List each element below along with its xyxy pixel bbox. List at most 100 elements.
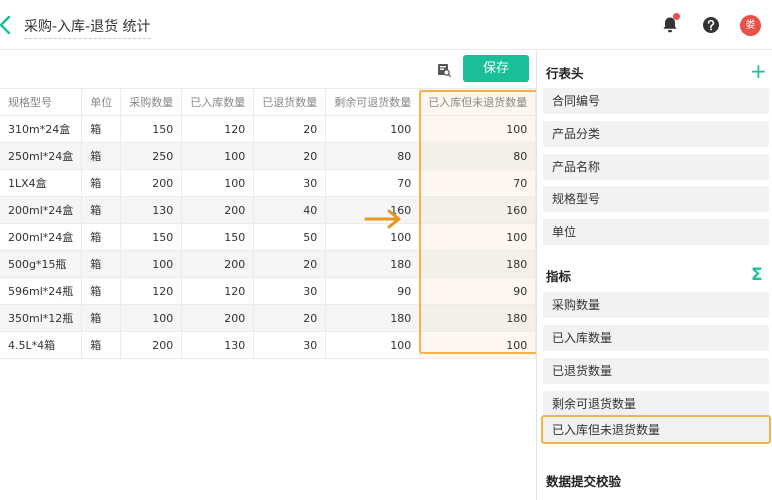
table-cell: 箱: [81, 250, 122, 278]
table-cell: 箱: [81, 277, 122, 305]
metric-item[interactable]: 剩余可退货数量: [543, 391, 769, 417]
row-header-item[interactable]: 产品名称: [543, 154, 769, 180]
table-cell: 180: [325, 304, 421, 332]
table-cell: 200: [181, 196, 255, 224]
table-row[interactable]: 200ml*24盒箱 150 150 50 100 100: [0, 223, 537, 251]
metric-item[interactable]: 已退货数量: [543, 358, 769, 384]
row-header-item[interactable]: 产品分类: [543, 121, 769, 147]
save-button[interactable]: 保存: [463, 55, 529, 82]
validation-section-title: 数据提交校验: [546, 474, 622, 489]
table-cell: 120: [181, 115, 255, 143]
preview-icon[interactable]: [437, 62, 451, 77]
table-cell: 180: [419, 250, 537, 278]
row-header-item[interactable]: 规格型号: [543, 186, 769, 212]
table-row[interactable]: 4.5L*4箱箱 200 130 30 100 100: [0, 331, 537, 359]
table-cell: 160: [419, 196, 537, 224]
table-cell: 箱: [81, 223, 122, 251]
back-chevron-icon[interactable]: [0, 14, 12, 36]
column-header[interactable]: 已入库数量: [181, 88, 255, 116]
page-title[interactable]: 采购-入库-退货 统计: [24, 16, 151, 39]
column-header[interactable]: 单位: [81, 88, 122, 116]
bell-icon[interactable]: [660, 13, 680, 35]
table-cell: 500g*15瓶: [0, 250, 83, 278]
table-toolbar: 保存: [0, 51, 536, 88]
sigma-icon[interactable]: Σ: [751, 265, 763, 285]
table-cell: 180: [325, 250, 421, 278]
table-cell: 200ml*24盒: [0, 223, 83, 251]
config-panel: 行表头 + 合同编号 产品分类 产品名称 规格型号 单位 指标 Σ 采购数量 已…: [537, 51, 772, 500]
table-cell: 20: [253, 250, 327, 278]
data-table-container: 规格型号 单位 采购数量 已入库数量 已退货数量 剩余可退货数量 已入库但未退货…: [0, 88, 537, 359]
table-row[interactable]: 250ml*24盒箱 250 100 20 80 80: [0, 142, 537, 170]
table-cell: 120: [181, 277, 255, 305]
column-header[interactable]: 剩余可退货数量: [325, 88, 421, 116]
table-row[interactable]: 500g*15瓶箱 100 200 20 180 180: [0, 250, 537, 278]
table-row[interactable]: 200ml*24盒箱 130 200 40 160 160: [0, 196, 537, 224]
table-cell: 120: [120, 277, 183, 305]
add-icon[interactable]: +: [750, 61, 767, 81]
arrow-right-icon: [363, 208, 407, 230]
table-cell: 箱: [81, 196, 122, 224]
table-cell: 80: [419, 142, 537, 170]
table-cell: 350ml*12瓶: [0, 304, 83, 332]
column-header[interactable]: 规格型号: [0, 88, 83, 116]
table-cell: 200: [120, 169, 183, 197]
row-header-item[interactable]: 合同编号: [543, 88, 769, 114]
data-table: 规格型号 单位 采购数量 已入库数量 已退货数量 剩余可退货数量 已入库但未退货…: [0, 88, 537, 359]
table-cell: 箱: [81, 169, 122, 197]
metric-item[interactable]: 已入库数量: [543, 325, 769, 351]
column-header-highlighted[interactable]: 已入库但未退货数量: [419, 88, 537, 116]
table-cell: 箱: [81, 331, 122, 359]
table-cell: 150: [181, 223, 255, 251]
column-header[interactable]: 已退货数量: [253, 88, 327, 116]
table-cell: 180: [419, 304, 537, 332]
table-cell: 100: [419, 115, 537, 143]
table-cell: 130: [181, 331, 255, 359]
table-cell: 1LX4盒: [0, 169, 83, 197]
table-cell: 40: [253, 196, 327, 224]
table-cell: 20: [253, 115, 327, 143]
table-cell: 箱: [81, 304, 122, 332]
table-cell: 20: [253, 304, 327, 332]
table-cell: 70: [325, 169, 421, 197]
top-header: 采购-入库-退货 统计 娄: [0, 0, 772, 50]
table-row[interactable]: 310m*24盒箱 150 120 20 100 100: [0, 115, 537, 143]
table-cell: 100: [325, 331, 421, 359]
table-cell: 310m*24盒: [0, 115, 83, 143]
table-row[interactable]: 350ml*12瓶箱 100 200 20 180 180: [0, 304, 537, 332]
table-cell: 100: [120, 304, 183, 332]
table-cell: 250: [120, 142, 183, 170]
table-header-row: 规格型号 单位 采购数量 已入库数量 已退货数量 剩余可退货数量 已入库但未退货…: [0, 88, 537, 116]
table-cell: 596ml*24瓶: [0, 277, 83, 305]
row-header-section-title: 行表头: [546, 66, 584, 81]
table-cell: 90: [325, 277, 421, 305]
table-cell: 100: [181, 169, 255, 197]
table-cell: 50: [253, 223, 327, 251]
metric-item-selected[interactable]: 已入库但未退货数量: [541, 415, 771, 444]
table-cell: 箱: [81, 142, 122, 170]
table-cell: 100: [419, 223, 537, 251]
avatar[interactable]: 娄: [740, 15, 761, 36]
table-cell: 200: [181, 250, 255, 278]
column-header[interactable]: 采购数量: [120, 88, 183, 116]
table-cell: 130: [120, 196, 183, 224]
table-row[interactable]: 596ml*24瓶箱 120 120 30 90 90: [0, 277, 537, 305]
table-cell: 200: [181, 304, 255, 332]
table-cell: 80: [325, 142, 421, 170]
row-header-item[interactable]: 单位: [543, 219, 769, 245]
metrics-section-title: 指标: [546, 269, 572, 284]
table-cell: 4.5L*4箱: [0, 331, 83, 359]
metric-item[interactable]: 采购数量: [543, 292, 769, 318]
table-cell: 30: [253, 169, 327, 197]
table-cell: 200ml*24盒: [0, 196, 83, 224]
table-cell: 30: [253, 331, 327, 359]
table-row[interactable]: 1LX4盒箱 200 100 30 70 70: [0, 169, 537, 197]
table-cell: 100: [419, 331, 537, 359]
table-cell: 30: [253, 277, 327, 305]
table-cell: 100: [325, 115, 421, 143]
table-cell: 70: [419, 169, 537, 197]
table-cell: 20: [253, 142, 327, 170]
help-icon[interactable]: [701, 15, 721, 35]
table-cell: 100: [120, 250, 183, 278]
table-cell: 150: [120, 115, 183, 143]
